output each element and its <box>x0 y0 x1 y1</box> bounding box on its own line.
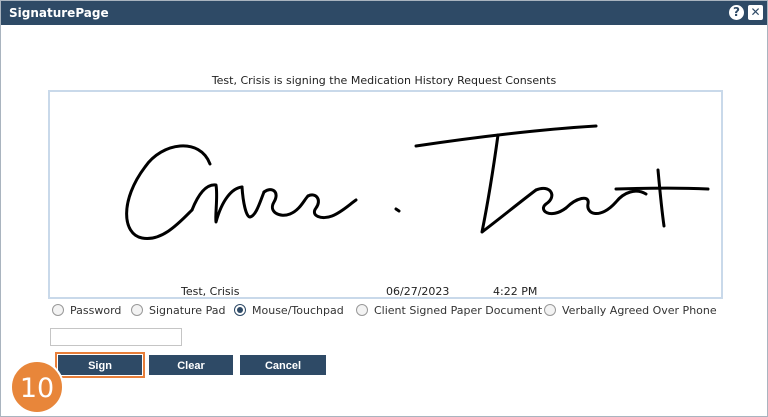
method-password-label: Password <box>70 304 122 317</box>
signature-stroke-r <box>190 183 244 224</box>
signature-stroke-s3 <box>564 189 648 215</box>
signature-stroke-t2-stem <box>656 168 666 228</box>
signature-strokes <box>125 124 710 240</box>
signature-canvas[interactable]: Test, Crisis 06/27/2023 4:22 PM <box>48 90 723 299</box>
signature-stroke-c <box>125 144 212 240</box>
signature-stroke-dot <box>394 207 401 213</box>
signature-dialog: SignaturePage ? ✕ Test, Crisis is signin… <box>0 0 768 417</box>
help-icon[interactable]: ? <box>729 5 744 20</box>
signature-date: 06/27/2023 <box>386 285 450 298</box>
close-icon[interactable]: ✕ <box>748 5 763 20</box>
radio-verbally-agreed[interactable] <box>544 304 556 316</box>
radio-mouse-touchpad[interactable] <box>234 304 246 316</box>
signature-stroke-t-stem <box>480 133 538 234</box>
window-title: SignaturePage <box>9 6 109 20</box>
cancel-button[interactable]: Cancel <box>240 355 326 375</box>
method-signature-pad-label: Signature Pad <box>149 304 226 317</box>
signature-stroke-i <box>240 185 266 219</box>
step-number-badge: 10 <box>10 360 64 414</box>
clear-button[interactable]: Clear <box>149 355 233 375</box>
signer-name: Test, Crisis <box>181 285 240 298</box>
signature-stroke-s <box>262 188 310 217</box>
signature-stroke-t-bar <box>414 124 598 148</box>
method-client-signed-paper-label: Client Signed Paper Document <box>374 304 543 317</box>
signature-stroke-t2-bar <box>614 186 710 191</box>
method-verbally-agreed-label: Verbally Agreed Over Phone <box>562 304 717 317</box>
method-mouse-touchpad-label: Mouse/Touchpad <box>252 304 344 317</box>
signature-stroke-s2 <box>306 193 358 220</box>
password-input[interactable] <box>50 328 182 346</box>
sign-button[interactable]: Sign <box>55 352 145 378</box>
signature-time: 4:22 PM <box>493 285 538 298</box>
radio-password[interactable] <box>52 304 64 316</box>
radio-client-signed-paper[interactable] <box>356 304 368 316</box>
title-bar: SignaturePage ? ✕ <box>1 1 767 25</box>
signature-stroke-e <box>534 187 568 216</box>
signing-prompt: Test, Crisis is signing the Medication H… <box>211 74 557 87</box>
radio-signature-pad[interactable] <box>131 304 143 316</box>
